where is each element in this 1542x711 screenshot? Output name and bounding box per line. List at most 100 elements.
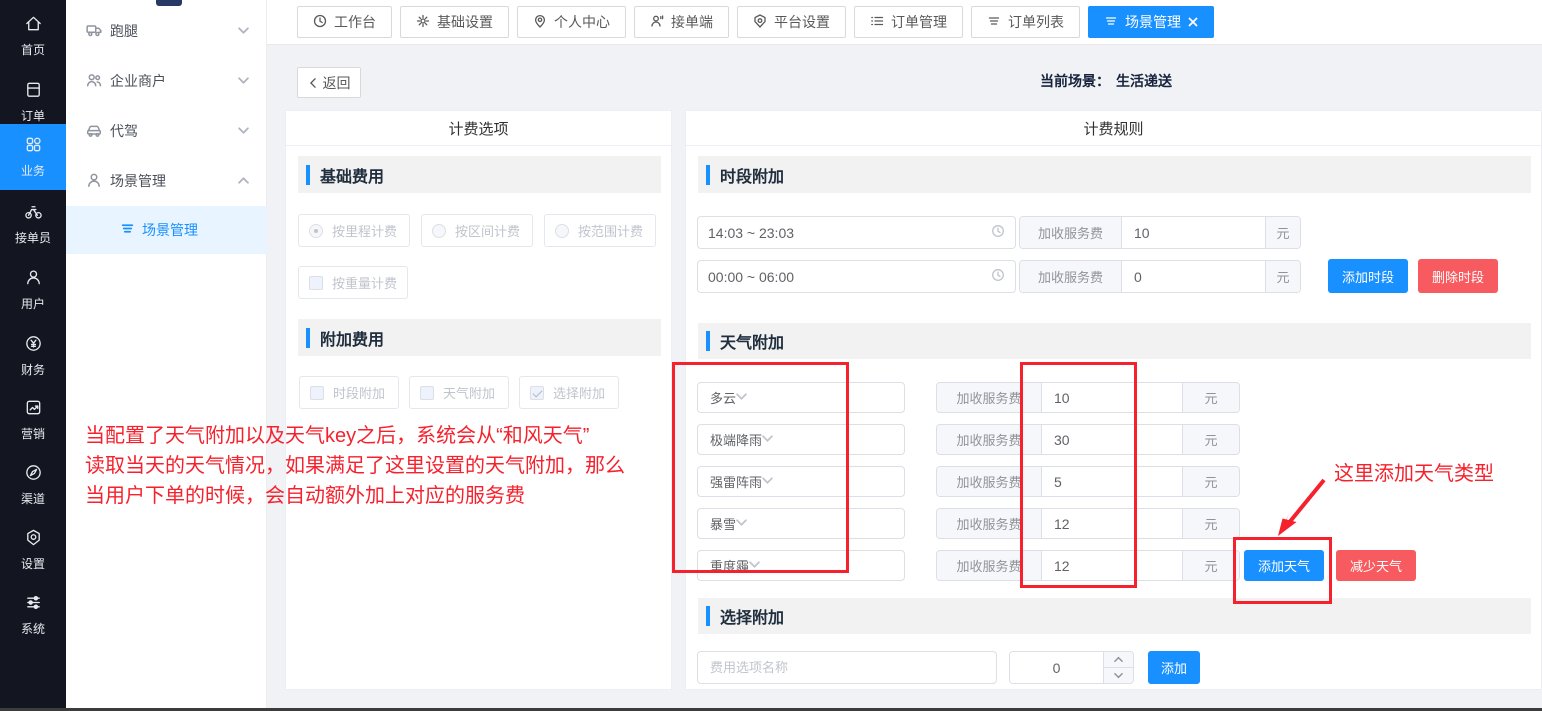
- rail-item-label: 首页: [21, 41, 45, 58]
- channel-icon: [24, 463, 43, 487]
- fee-prefix-label: 加收服务费: [937, 425, 1042, 454]
- order-icon: [24, 80, 43, 104]
- lines-icon: [987, 14, 1001, 31]
- fee-amount-input[interactable]: [1010, 652, 1103, 683]
- section-title: 选择附加: [720, 604, 784, 628]
- annotation-note-line: 读取当天的天气情况，如果满足了这里设置的天气附加，那么: [85, 451, 625, 481]
- tab-platform-settings[interactable]: 平台设置: [737, 6, 846, 38]
- rail-item-orders[interactable]: 订单: [0, 76, 66, 128]
- annotation-note-line: 当用户下单的时候，会自动额外加上对应的服务费: [85, 481, 625, 511]
- weather-fee-input[interactable]: [1042, 551, 1182, 580]
- unit-label: 元: [1182, 509, 1239, 538]
- tab-basic-settings[interactable]: 基础设置: [400, 6, 509, 38]
- tab-workbench[interactable]: 工作台: [297, 6, 392, 38]
- weather-fee-input[interactable]: [1042, 425, 1182, 454]
- time-range-input[interactable]: 14:03 ~ 23:03: [697, 216, 1016, 249]
- weather-fee-input[interactable]: [1042, 467, 1182, 496]
- back-label: 返回: [323, 73, 351, 93]
- sidebar-item-label: 企业商户: [110, 71, 166, 91]
- rail-item-label: 财务: [21, 361, 45, 378]
- unit-label: 元: [1182, 425, 1239, 454]
- weather-type-value: 重度霾: [710, 556, 749, 575]
- radio-icon: [555, 224, 569, 238]
- unit-label: 元: [1265, 261, 1300, 292]
- section-title: 时段附加: [720, 163, 784, 187]
- sidebar-subitem-scene-management[interactable]: 场景管理: [66, 206, 267, 254]
- rail-item-home[interactable]: 首页: [0, 10, 66, 62]
- time-fee-input[interactable]: [1122, 217, 1265, 248]
- stepper-down-icon[interactable]: [1104, 668, 1133, 683]
- time-range-input[interactable]: 00:00 ~ 06:00: [697, 260, 1016, 293]
- weather-fee-input[interactable]: [1042, 509, 1182, 538]
- rail-item-business[interactable]: 业务: [0, 124, 66, 190]
- back-button[interactable]: 返回: [297, 67, 361, 98]
- checkbox-weather-extra[interactable]: 天气附加: [409, 376, 509, 409]
- fee-option-name-input[interactable]: [697, 651, 997, 684]
- sidebar-item-merchants[interactable]: 企业商户: [66, 58, 267, 104]
- chevron-down-icon: [736, 390, 747, 405]
- checkbox-label: 时段附加: [333, 383, 385, 402]
- radio-icon: [309, 224, 323, 238]
- user-icon: [24, 268, 43, 292]
- time-fee-input[interactable]: [1122, 261, 1265, 292]
- sidebar-item-errand[interactable]: 跑腿: [66, 8, 267, 54]
- business-grid-icon: [24, 135, 43, 159]
- weather-type-select[interactable]: 多云: [697, 382, 905, 413]
- add-time-button[interactable]: 添加时段: [1328, 259, 1408, 293]
- annotation-arrow-label: 这里添加天气类型: [1334, 457, 1494, 486]
- stepper-up-icon[interactable]: [1104, 652, 1133, 668]
- tab-label: 订单管理: [891, 12, 947, 32]
- rail-item-settings[interactable]: 设置: [0, 524, 66, 576]
- rail-item-marketing[interactable]: 营销: [0, 394, 66, 446]
- radio-by-mileage[interactable]: 按里程计费: [298, 214, 410, 247]
- add-weather-button[interactable]: 添加天气: [1244, 550, 1324, 581]
- remove-time-button[interactable]: 删除时段: [1418, 259, 1498, 293]
- radio-icon: [432, 224, 446, 238]
- annotation-note-line: 当配置了天气附加以及天气key之后，系统会从“和风天气”: [85, 421, 625, 451]
- checkbox-select-extra[interactable]: 选择附加: [519, 376, 619, 409]
- section-select-extra: 选择附加: [698, 598, 1531, 634]
- checkbox-icon: [530, 386, 544, 400]
- checkbox-time-extra[interactable]: 时段附加: [299, 376, 399, 409]
- radio-by-range[interactable]: 按范围计费: [544, 214, 656, 247]
- weather-fee-input[interactable]: [1042, 383, 1182, 412]
- tab-personal-center[interactable]: 个人中心: [517, 6, 626, 38]
- section-weather-extra: 天气附加: [698, 323, 1531, 359]
- tab-order-management[interactable]: 订单管理: [854, 6, 963, 38]
- checkbox-by-weight[interactable]: 按重量计费: [298, 266, 408, 299]
- fee-prefix-label: 加收服务费: [937, 509, 1042, 538]
- tab-label: 场景管理: [1125, 12, 1181, 32]
- add-option-button[interactable]: 添加: [1148, 651, 1200, 684]
- weather-type-select[interactable]: 重度霾: [697, 550, 905, 581]
- weather-type-select[interactable]: 暴雪: [697, 508, 905, 539]
- clock-icon: [991, 224, 1005, 241]
- unit-label: 元: [1182, 551, 1239, 580]
- unit-label: 元: [1265, 217, 1300, 248]
- section-title: 天气附加: [720, 329, 784, 353]
- weather-fee-group: 加收服务费 元: [936, 424, 1240, 455]
- sidebar-item-scene-management[interactable]: 场景管理: [66, 158, 267, 204]
- annotation-arrow: [1266, 474, 1336, 544]
- tab-label: 接单端: [671, 12, 713, 32]
- time-range-value: 00:00 ~ 06:00: [708, 269, 794, 285]
- remove-weather-button[interactable]: 减少天气: [1336, 550, 1416, 581]
- tab-scene-management[interactable]: 场景管理: [1088, 6, 1214, 38]
- tab-order-list[interactable]: 订单列表: [971, 6, 1080, 38]
- sidebar-item-driving[interactable]: 代驾: [66, 108, 267, 154]
- list-icon: [120, 221, 142, 239]
- tab-courier-client[interactable]: 接单端: [634, 6, 729, 38]
- sidebar-item-label: 跑腿: [110, 21, 138, 41]
- weather-type-select[interactable]: 极端降雨: [697, 424, 905, 455]
- rail-item-users[interactable]: 用户: [0, 264, 66, 316]
- radio-by-interval[interactable]: 按区间计费: [421, 214, 533, 247]
- person-icon: [86, 172, 110, 191]
- rail-item-system[interactable]: 系统: [0, 589, 66, 641]
- rail-item-finance[interactable]: 财务: [0, 330, 66, 382]
- radio-label: 按里程计费: [332, 221, 397, 240]
- car-icon: [86, 122, 110, 141]
- close-icon[interactable]: [1188, 14, 1198, 30]
- rail-item-channel[interactable]: 渠道: [0, 459, 66, 511]
- rail-item-courier[interactable]: 接单员: [0, 198, 66, 250]
- weather-type-select[interactable]: 强雷阵雨: [697, 466, 905, 497]
- checkbox-label: 天气附加: [443, 383, 495, 402]
